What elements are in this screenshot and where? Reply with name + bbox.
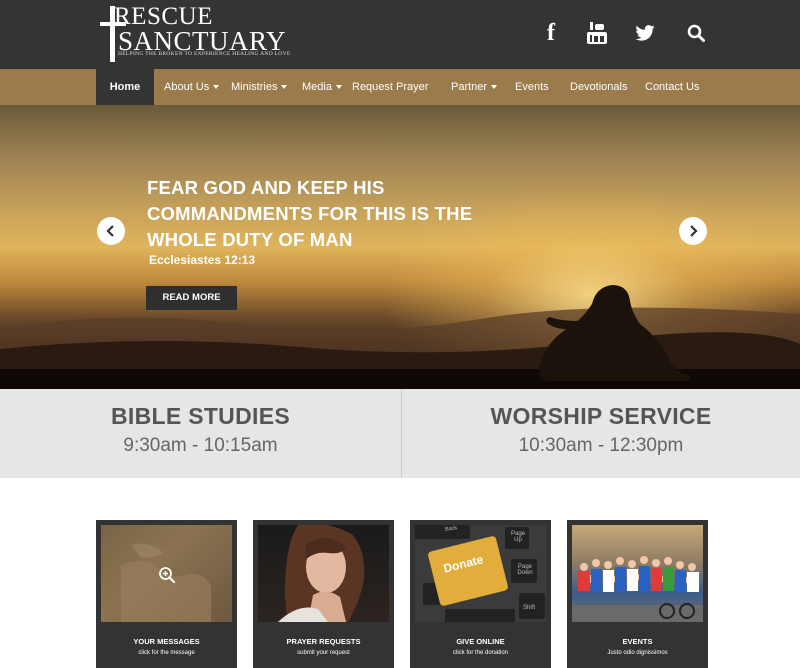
youtube-icon[interactable]: [585, 20, 609, 46]
chevron-down-icon: [335, 85, 342, 90]
facebook-glyph: f: [547, 19, 555, 46]
chevron-left-icon: [106, 225, 114, 237]
messages-image: [101, 525, 232, 622]
main-nav: Home About Us Ministries Media Request P…: [0, 69, 800, 105]
give-image: Back Page Up Page Down Shift Donate: [415, 525, 546, 622]
nav-events[interactable]: Events: [515, 69, 549, 105]
nav-contact-us[interactable]: Contact Us: [645, 69, 699, 105]
card-subtitle: click for the donation: [452, 650, 509, 656]
read-more-button[interactable]: READ MORE: [146, 286, 237, 310]
events-group-photo: [572, 525, 703, 622]
bible-studies-title: BIBLE STUDIES: [111, 403, 290, 429]
worship-service-block: WORSHIP SERVICE 10:30am - 12:30pm: [402, 389, 800, 478]
card-title: PRAYER REQUESTS: [286, 637, 361, 646]
zoom-icon: [159, 567, 176, 584]
service-schedule: BIBLE STUDIES 9:30am - 10:15am WORSHIP S…: [0, 389, 800, 478]
hero-landscape-image: [0, 285, 800, 389]
card-subtitle: submit your request: [297, 650, 350, 656]
twitter-icon[interactable]: [633, 20, 657, 46]
card-title: GIVE ONLINE: [456, 637, 505, 646]
card-prayer-requests[interactable]: PRAYER REQUESTS submit your request: [253, 520, 394, 668]
hero-reference: Ecclesiastes 12:13: [149, 253, 256, 267]
facebook-icon[interactable]: f: [542, 20, 560, 46]
slider-prev-button[interactable]: [97, 217, 125, 245]
chevron-down-icon: [213, 85, 220, 90]
nav-partner-label: Partner: [451, 81, 488, 93]
bible-studies-block: BIBLE STUDIES 9:30am - 10:15am: [0, 389, 401, 478]
chevron-right-icon: [690, 225, 698, 237]
nav-home[interactable]: Home: [96, 69, 154, 105]
nav-request-prayer[interactable]: Request Prayer: [352, 69, 428, 105]
chevron-down-icon: [281, 85, 288, 90]
card-subtitle: Justo odio dignissimos: [607, 650, 668, 656]
nav-partner[interactable]: Partner: [451, 69, 498, 105]
nav-media[interactable]: Media: [302, 69, 342, 105]
hero-title: FEAR GOD AND KEEP HIS COMMANDMENTS FOR T…: [147, 177, 473, 250]
card-events[interactable]: EVENTS Justo odio dignissimos: [567, 520, 708, 668]
logo-tagline: HELPING THE BROKEN TO EXPERIENCE HEALING…: [118, 51, 291, 57]
card-title: YOUR MESSAGES: [133, 637, 200, 646]
chevron-down-icon: [491, 85, 498, 90]
page-up-key-label: Page Up: [510, 531, 525, 543]
nav-about-us[interactable]: About Us: [164, 69, 220, 105]
card-give-online[interactable]: Back Page Up Page Down Shift Donate GIVE…: [410, 520, 551, 668]
worship-service-time: 10:30am - 12:30pm: [518, 435, 684, 456]
shift-key-label: Shift: [523, 605, 536, 611]
prayer-image: [258, 525, 389, 622]
bible-studies-time: 9:30am - 10:15am: [123, 435, 278, 456]
nav-media-label: Media: [302, 81, 332, 93]
nav-devotionals[interactable]: Devotionals: [570, 69, 627, 105]
card-title: EVENTS: [622, 637, 653, 646]
nav-ministries-label: Ministries: [231, 81, 278, 93]
site-logo[interactable]: RESCUE SANCTUARY HELPING THE BROKEN TO E…: [98, 4, 290, 64]
nav-ministries[interactable]: Ministries: [231, 69, 288, 105]
slider-next-button[interactable]: [679, 217, 707, 245]
hero-slider: FEAR GOD AND KEEP HIS COMMANDMENTS FOR T…: [0, 105, 800, 389]
site-header: RESCUE SANCTUARY HELPING THE BROKEN TO E…: [0, 0, 800, 69]
nav-about-us-label: About Us: [164, 81, 210, 93]
worship-service-title: WORSHIP SERVICE: [490, 403, 712, 429]
page-down-key-label: Page Down: [517, 564, 533, 576]
card-your-messages[interactable]: YOUR MESSAGES click for the message: [96, 520, 237, 668]
card-subtitle: click for the message: [138, 650, 195, 656]
search-icon[interactable]: [684, 20, 708, 46]
